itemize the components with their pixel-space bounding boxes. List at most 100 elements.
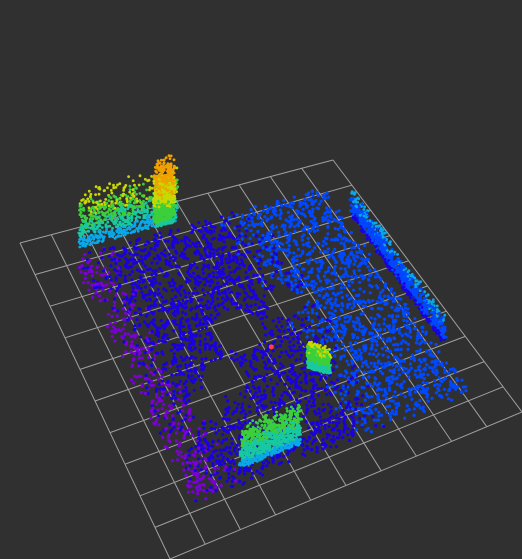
point bbox=[354, 254, 359, 258]
point bbox=[98, 186, 101, 189]
point bbox=[415, 334, 419, 338]
point bbox=[362, 329, 366, 333]
point bbox=[87, 206, 91, 210]
point bbox=[373, 275, 378, 279]
point bbox=[208, 333, 212, 337]
point bbox=[363, 244, 367, 248]
point bbox=[311, 400, 316, 405]
point bbox=[287, 239, 291, 243]
point bbox=[179, 239, 183, 243]
point bbox=[129, 203, 133, 207]
point bbox=[253, 353, 257, 357]
point bbox=[194, 462, 198, 467]
rviz-3d-viewport[interactable] bbox=[0, 0, 522, 559]
point bbox=[242, 253, 246, 257]
point bbox=[301, 342, 305, 346]
point bbox=[103, 266, 107, 270]
point bbox=[318, 258, 322, 262]
point bbox=[307, 191, 311, 195]
point bbox=[346, 274, 350, 278]
point bbox=[175, 449, 179, 453]
point bbox=[137, 183, 141, 187]
point bbox=[394, 402, 398, 406]
point bbox=[128, 273, 132, 277]
point bbox=[322, 418, 326, 422]
point bbox=[180, 419, 184, 423]
point bbox=[283, 335, 287, 339]
point bbox=[106, 312, 110, 316]
point bbox=[355, 274, 359, 279]
point bbox=[438, 393, 442, 398]
point bbox=[307, 210, 311, 214]
point bbox=[290, 372, 294, 376]
point bbox=[318, 377, 322, 381]
point bbox=[232, 449, 237, 453]
point bbox=[159, 235, 163, 239]
point bbox=[244, 412, 248, 416]
point bbox=[289, 224, 293, 228]
point bbox=[149, 363, 154, 368]
point bbox=[310, 267, 314, 271]
point bbox=[321, 447, 325, 451]
point bbox=[181, 403, 185, 407]
point bbox=[198, 253, 202, 257]
point bbox=[311, 249, 315, 253]
point bbox=[87, 250, 92, 255]
point bbox=[334, 332, 338, 336]
point bbox=[146, 214, 150, 218]
point bbox=[201, 312, 205, 316]
point bbox=[329, 301, 333, 306]
point bbox=[87, 288, 91, 292]
point bbox=[335, 413, 339, 417]
point bbox=[252, 356, 256, 361]
point bbox=[277, 320, 281, 324]
point bbox=[278, 208, 283, 212]
point bbox=[280, 273, 284, 277]
point bbox=[268, 284, 273, 288]
point bbox=[208, 221, 212, 225]
point bbox=[124, 204, 127, 207]
point bbox=[204, 439, 208, 443]
point bbox=[151, 383, 155, 387]
point bbox=[291, 353, 295, 357]
point bbox=[172, 389, 176, 393]
point bbox=[326, 298, 330, 302]
point bbox=[187, 375, 191, 379]
point bbox=[255, 401, 259, 405]
point bbox=[116, 217, 120, 221]
point bbox=[362, 370, 366, 374]
point bbox=[347, 363, 351, 367]
point bbox=[289, 332, 293, 336]
point bbox=[399, 392, 403, 396]
point bbox=[224, 257, 228, 261]
point bbox=[204, 223, 208, 227]
point bbox=[367, 407, 371, 411]
point bbox=[380, 347, 384, 351]
point bbox=[90, 223, 94, 227]
point bbox=[280, 371, 284, 375]
point bbox=[114, 328, 118, 332]
point bbox=[165, 410, 169, 414]
point bbox=[301, 207, 305, 211]
point bbox=[318, 293, 322, 297]
point bbox=[255, 259, 259, 263]
point bbox=[189, 379, 193, 383]
point bbox=[224, 291, 228, 296]
point bbox=[244, 385, 249, 389]
point bbox=[100, 226, 104, 229]
point bbox=[261, 304, 266, 308]
point bbox=[165, 393, 169, 397]
point bbox=[147, 223, 151, 227]
point bbox=[339, 373, 343, 377]
point bbox=[171, 304, 175, 308]
point bbox=[303, 198, 307, 202]
point bbox=[247, 213, 251, 217]
point bbox=[340, 330, 344, 334]
point bbox=[257, 216, 261, 220]
point-cloud-scene[interactable] bbox=[0, 0, 522, 559]
point bbox=[382, 399, 386, 403]
point bbox=[187, 338, 191, 342]
point bbox=[253, 303, 258, 307]
point bbox=[211, 280, 215, 284]
point bbox=[265, 372, 269, 377]
